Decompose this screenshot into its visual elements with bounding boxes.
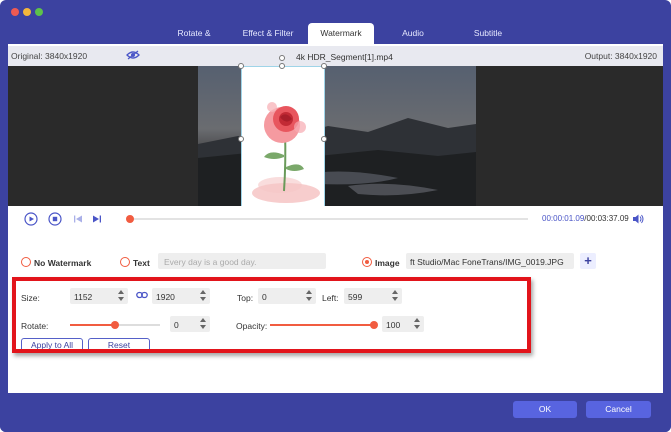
playback-controls: 00:00:01.09/00:03:37.09 (8, 206, 663, 232)
close-window-button[interactable] (11, 8, 19, 16)
watermark-type-options: No Watermark Text Every day is a good da… (8, 248, 663, 274)
image-path-field[interactable]: ft Studio/Mac FoneTrans/IMG_0019.JPG (406, 253, 574, 269)
zoom-window-button[interactable] (35, 8, 43, 16)
eye-icon[interactable] (126, 50, 140, 60)
frame-right (663, 44, 671, 432)
tab-audio[interactable]: Audio (374, 23, 452, 44)
image-watermark-radio[interactable] (362, 257, 372, 267)
video-preview (8, 55, 663, 210)
watermark-text-input[interactable]: Every day is a good day. (158, 253, 326, 269)
watermark-image-box[interactable] (241, 66, 325, 210)
resize-handle-top-left[interactable] (238, 63, 244, 69)
resize-handle-top[interactable] (279, 63, 285, 69)
cancel-button[interactable]: Cancel (586, 401, 651, 418)
resize-handle-left[interactable] (238, 136, 244, 142)
tab-subtitle[interactable]: Subtitle (452, 23, 524, 44)
no-watermark-label: No Watermark (34, 258, 92, 268)
rose-watermark-image (252, 102, 320, 203)
total-time: /00:03:37.09 (584, 214, 629, 223)
previous-frame-icon[interactable] (71, 212, 85, 226)
timeline-playhead[interactable] (126, 215, 134, 223)
resize-handle-top-right[interactable] (321, 63, 327, 69)
rotate-handle[interactable] (279, 55, 285, 61)
video-info-bar: Original: 3840x1920 4k HDR_Segment[1].mp… (8, 46, 663, 66)
title-bar: Rotate & Crop Effect & Filter Watermark … (0, 0, 671, 59)
tab-effect-filter[interactable]: Effect & Filter (228, 23, 308, 44)
output-resolution: Output: 3840x1920 (584, 51, 657, 61)
watermark-editor-window: Rotate & Crop Effect & Filter Watermark … (0, 0, 671, 432)
timeline-track[interactable] (128, 218, 528, 220)
tab-rotate-crop[interactable]: Rotate & Crop (160, 23, 228, 59)
volume-icon[interactable] (632, 213, 644, 225)
resize-handle-right[interactable] (321, 136, 327, 142)
highlight-annotation-box (12, 277, 531, 353)
text-watermark-label: Text (133, 258, 150, 268)
frame-left (0, 44, 8, 432)
original-resolution: Original: 3840x1920 (11, 51, 88, 61)
play-icon[interactable] (24, 212, 38, 226)
stop-icon[interactable] (48, 212, 62, 226)
current-time: 00:00:01.09 (542, 214, 585, 223)
image-watermark-label: Image (375, 258, 400, 268)
add-image-button[interactable]: + (580, 253, 596, 269)
text-watermark-radio[interactable] (120, 257, 130, 267)
editor-tabs: Rotate & Crop Effect & Filter Watermark … (160, 23, 524, 59)
time-display: 00:00:01.09/00:03:37.09 (542, 214, 629, 223)
ok-button[interactable]: OK (513, 401, 577, 418)
tab-watermark[interactable]: Watermark (308, 23, 374, 44)
no-watermark-radio[interactable] (21, 257, 31, 267)
minimize-window-button[interactable] (23, 8, 31, 16)
next-frame-icon[interactable] (90, 212, 104, 226)
file-name: 4k HDR_Segment[1].mp4 (296, 52, 393, 62)
